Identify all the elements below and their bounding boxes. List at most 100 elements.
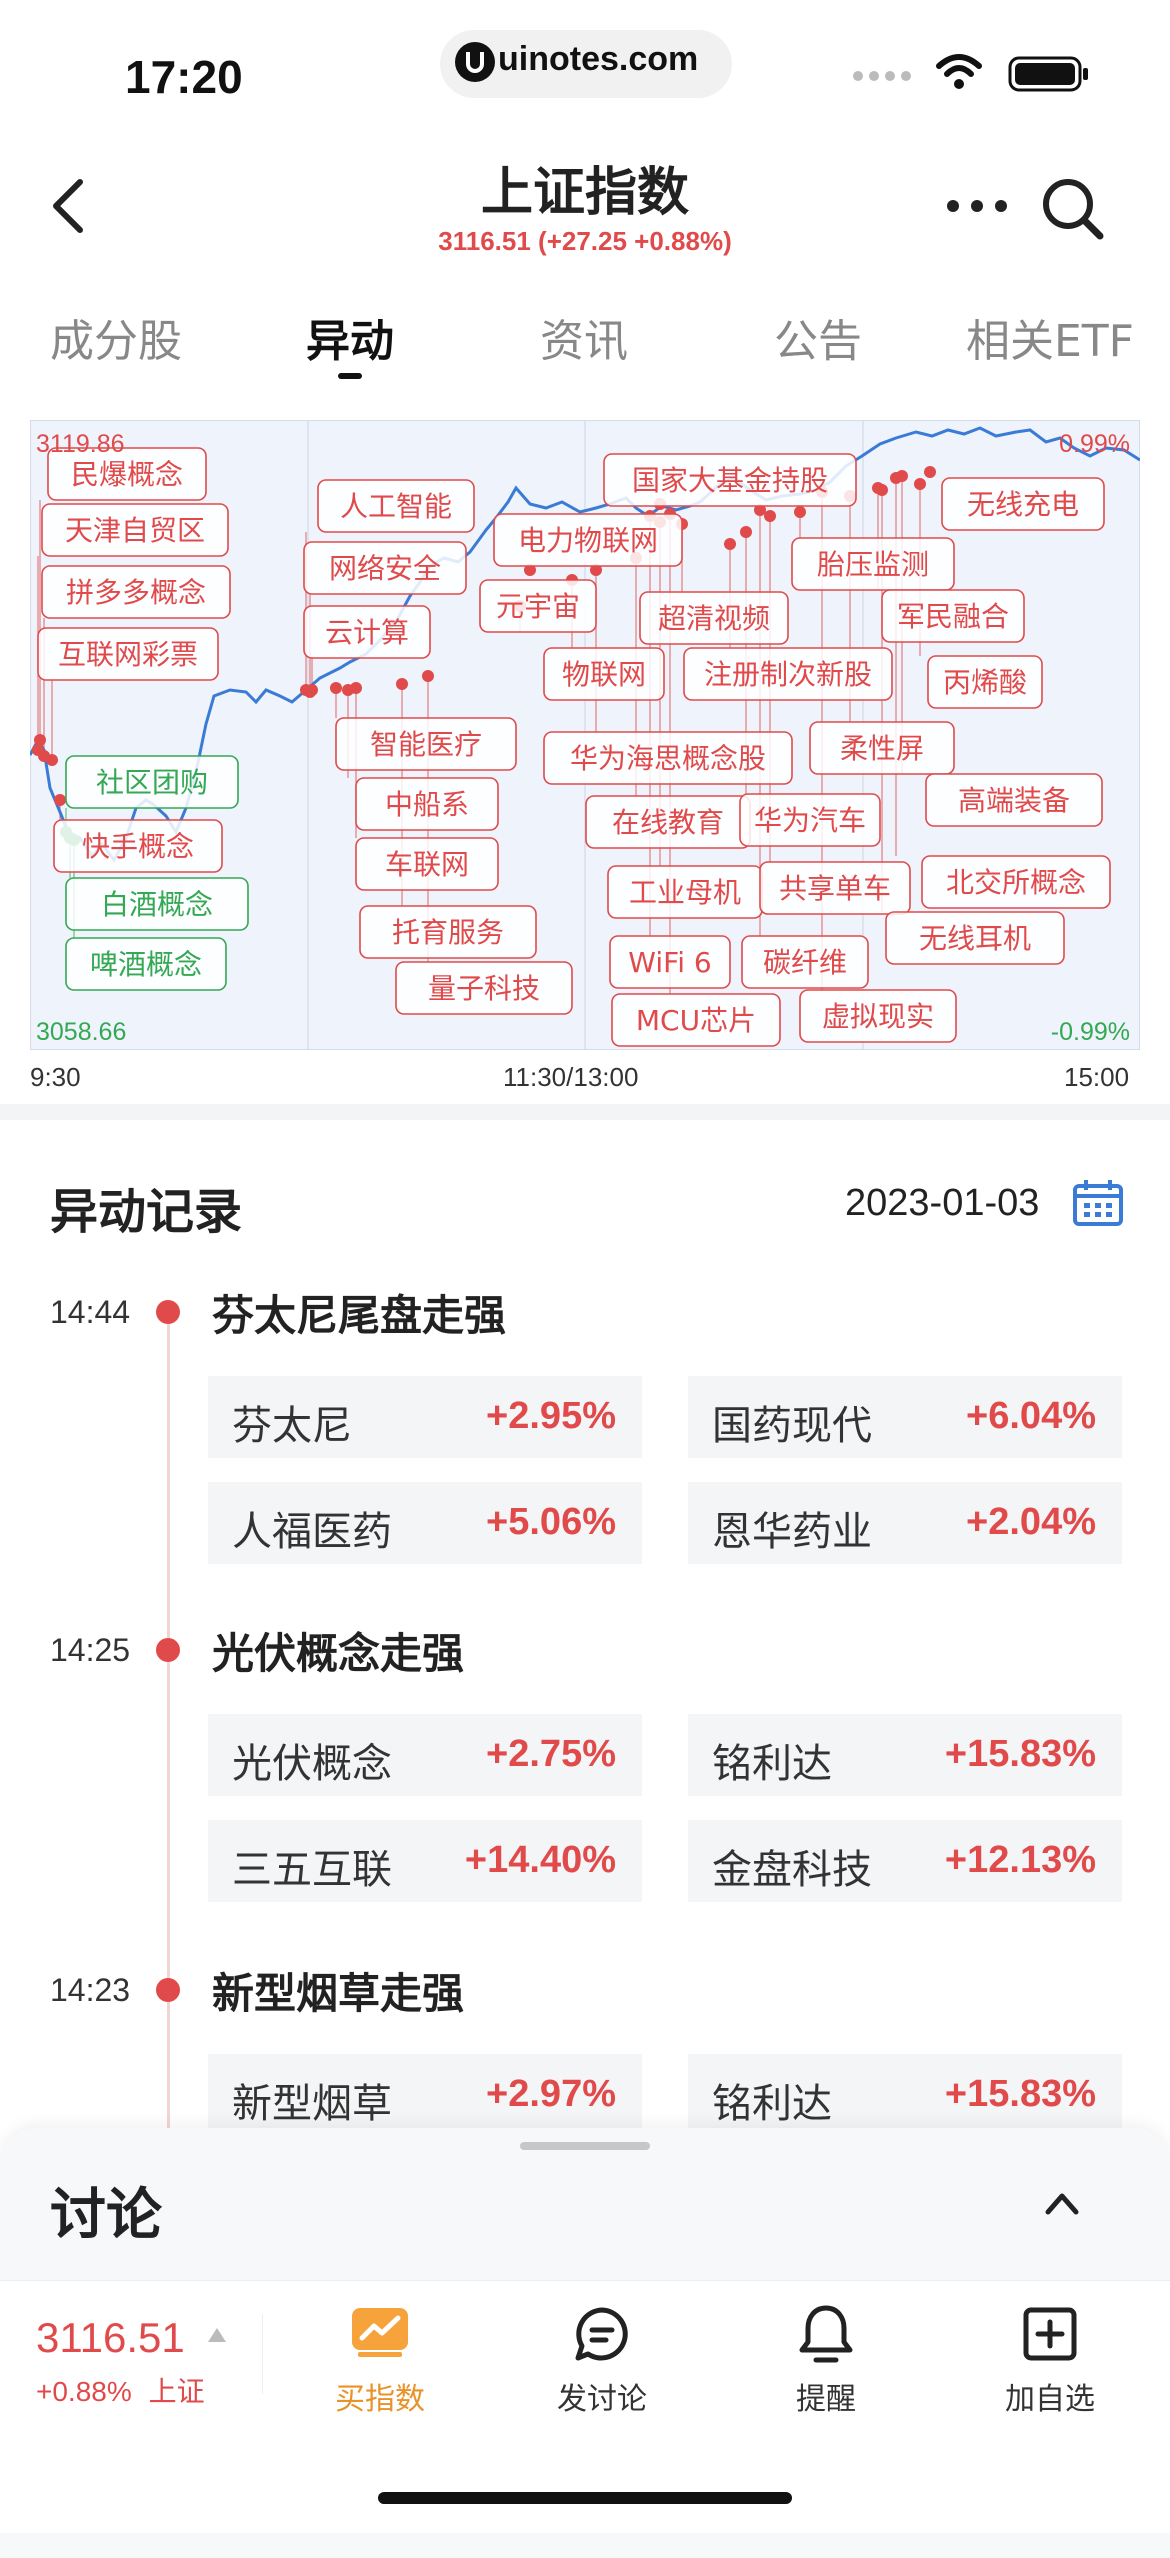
chart-annotation-label: 拼多多概念 [41, 565, 231, 619]
stock-change: +5.06% [486, 1501, 616, 1543]
chart-annotation-label: 无线耳机 [885, 911, 1065, 965]
chart-annotation-label: 北交所概念 [921, 855, 1111, 909]
stock-name: 金盘科技 [712, 1847, 872, 1893]
search-icon[interactable] [1040, 176, 1106, 246]
chart-annotation-label: 丙烯酸 [927, 655, 1043, 709]
stock-name: 国药现代 [712, 1403, 872, 1449]
stock-cell[interactable]: 金盘科技 +12.13% [688, 1820, 1122, 1902]
chart-svg: 民爆概念天津自贸区拼多多概念互联网彩票快手概念 社区团购白酒概念啤酒概念 人工智能网… [28, 419, 1141, 1051]
tab-announcements[interactable]: 公告 [774, 305, 862, 369]
annotation-point [422, 670, 434, 682]
chart-annotation-label: WiFi 6 [609, 935, 731, 989]
event-time: 14:44 [50, 1294, 131, 1330]
svg-text:胎压监测: 胎压监测 [817, 548, 929, 581]
chart-annotation-label: 注册制次新股 [683, 647, 893, 701]
pct-high-label: 0.99% [1059, 430, 1130, 458]
bell-icon [796, 2302, 856, 2370]
svg-text:国家大基金持股: 国家大基金持股 [632, 464, 828, 497]
wifi-icon [935, 52, 983, 96]
stock-name: 人福医药 [232, 1509, 392, 1555]
chart-annotation-label: 超清视频 [639, 591, 789, 645]
y-low-label: 3058.66 [36, 1018, 126, 1046]
chart-annotation-label: 社区团购 [65, 755, 239, 809]
tab-etf[interactable]: 相关ETF [966, 305, 1134, 369]
annotation-point [764, 510, 776, 522]
event-title[interactable]: 芬太尼尾盘走强 [212, 1282, 506, 1343]
chart-annotation-label: 互联网彩票 [37, 627, 219, 681]
chart-annotation-label: 元宇宙 [479, 579, 597, 633]
stock-cell[interactable]: 新型烟草 +2.97% [208, 2054, 642, 2136]
annotation-point [794, 506, 806, 518]
event-title[interactable]: 光伏概念走强 [212, 1620, 464, 1681]
x-label-mid: 11:30/13:00 [503, 1062, 639, 1092]
x-label-open: 9:30 [30, 1062, 81, 1092]
signal-icon [852, 66, 916, 90]
svg-text:MCU芯片: MCU芯片 [636, 1004, 756, 1037]
tab-anomaly[interactable]: 异动 [306, 305, 394, 369]
stock-change: +2.04% [966, 1501, 1096, 1543]
chart-annotation-label: 云计算 [303, 605, 431, 659]
stock-name: 铭利达 [712, 2081, 832, 2127]
stock-cell[interactable]: 铭利达 +15.83% [688, 2054, 1122, 2136]
annotation-point [724, 538, 736, 550]
stock-cell[interactable]: 国药现代 +6.04% [688, 1376, 1122, 1458]
annotation-point [396, 678, 408, 690]
svg-text:碳纤维: 碳纤维 [763, 946, 847, 979]
timeline-dot [156, 1978, 180, 2002]
trend-chart-icon [348, 2306, 412, 2366]
chart-annotation-label: MCU芯片 [611, 993, 781, 1047]
calendar-icon[interactable] [1072, 1178, 1124, 1232]
annotation-point [46, 754, 58, 766]
records-date[interactable]: 2023-01-03 [845, 1182, 1039, 1225]
chart-annotation-label: 啤酒概念 [65, 937, 227, 991]
stock-cell[interactable]: 三五互联 +14.40% [208, 1820, 642, 1902]
svg-text:车联网: 车联网 [385, 848, 469, 881]
add-watchlist-label: 加自选 [1005, 2382, 1095, 2417]
svg-text:华为海思概念股: 华为海思概念股 [570, 742, 766, 775]
event-time: 14:25 [50, 1632, 131, 1668]
svg-text:丙烯酸: 丙烯酸 [943, 666, 1027, 699]
svg-text:军民融合: 军民融合 [897, 600, 1009, 633]
svg-text:人工智能: 人工智能 [340, 490, 452, 523]
timeline-dot [156, 1300, 180, 1324]
event-title[interactable]: 新型烟草走强 [212, 1960, 464, 2021]
tab-indicator [338, 373, 362, 379]
svg-text:电力物联网: 电力物联网 [518, 524, 658, 557]
more-icon[interactable] [945, 196, 1009, 220]
tab-constituents[interactable]: 成分股 [50, 305, 182, 369]
svg-text:互联网彩票: 互联网彩票 [58, 638, 198, 671]
index-quote: 3116.51 (+27.25 +0.88%) [438, 226, 732, 256]
stock-cell[interactable]: 铭利达 +15.83% [688, 1714, 1122, 1796]
annotation-point [54, 794, 66, 806]
chevron-up-icon[interactable] [1044, 2190, 1080, 2220]
stock-cell[interactable]: 光伏概念 +2.75% [208, 1714, 642, 1796]
bottom-change: +0.88% 上证 [36, 2370, 205, 2410]
url-text: uinotes.com [498, 40, 699, 78]
home-indicator [378, 2492, 792, 2504]
site-icon [455, 42, 495, 82]
stock-cell[interactable]: 人福医药 +5.06% [208, 1482, 642, 1564]
chart-annotation-label: 华为海思概念股 [543, 731, 793, 785]
chart-annotation-label: 高端装备 [925, 773, 1103, 827]
annotation-point [914, 478, 926, 490]
chart-annotation-label: 共享单车 [759, 861, 911, 915]
stock-change: +6.04% [966, 1395, 1096, 1437]
tab-news[interactable]: 资讯 [540, 305, 628, 369]
annotation-point [876, 484, 888, 496]
svg-text:北交所概念: 北交所概念 [946, 866, 1086, 899]
stock-cell[interactable]: 芬太尼 +2.95% [208, 1376, 642, 1458]
buy-index-label: 买指数 [335, 2382, 425, 2417]
stock-change: +15.83% [944, 2073, 1096, 2115]
chart-annotation-label: 天津自贸区 [41, 503, 229, 557]
chart-annotation-label: 量子科技 [395, 961, 573, 1015]
bottom-price: 3116.51 [36, 2314, 185, 2361]
chart-annotation-label: 碳纤维 [741, 935, 869, 989]
drag-handle[interactable] [520, 2142, 650, 2150]
intraday-chart[interactable]: 民爆概念 天津自贸区 拼多多概念 互联网彩票 快手概念 社区团购 白酒概念 啤酒概念 人工智能网… [28, 419, 1141, 1051]
annotation-point [306, 684, 318, 696]
stock-name: 新型烟草 [232, 2081, 392, 2127]
stock-cell[interactable]: 恩华药业 +2.04% [688, 1482, 1122, 1564]
chart-annotation-label: 快手概念 [53, 819, 223, 873]
svg-text:快手概念: 快手概念 [82, 830, 194, 863]
chart-annotation-label: 人工智能 [317, 479, 475, 533]
